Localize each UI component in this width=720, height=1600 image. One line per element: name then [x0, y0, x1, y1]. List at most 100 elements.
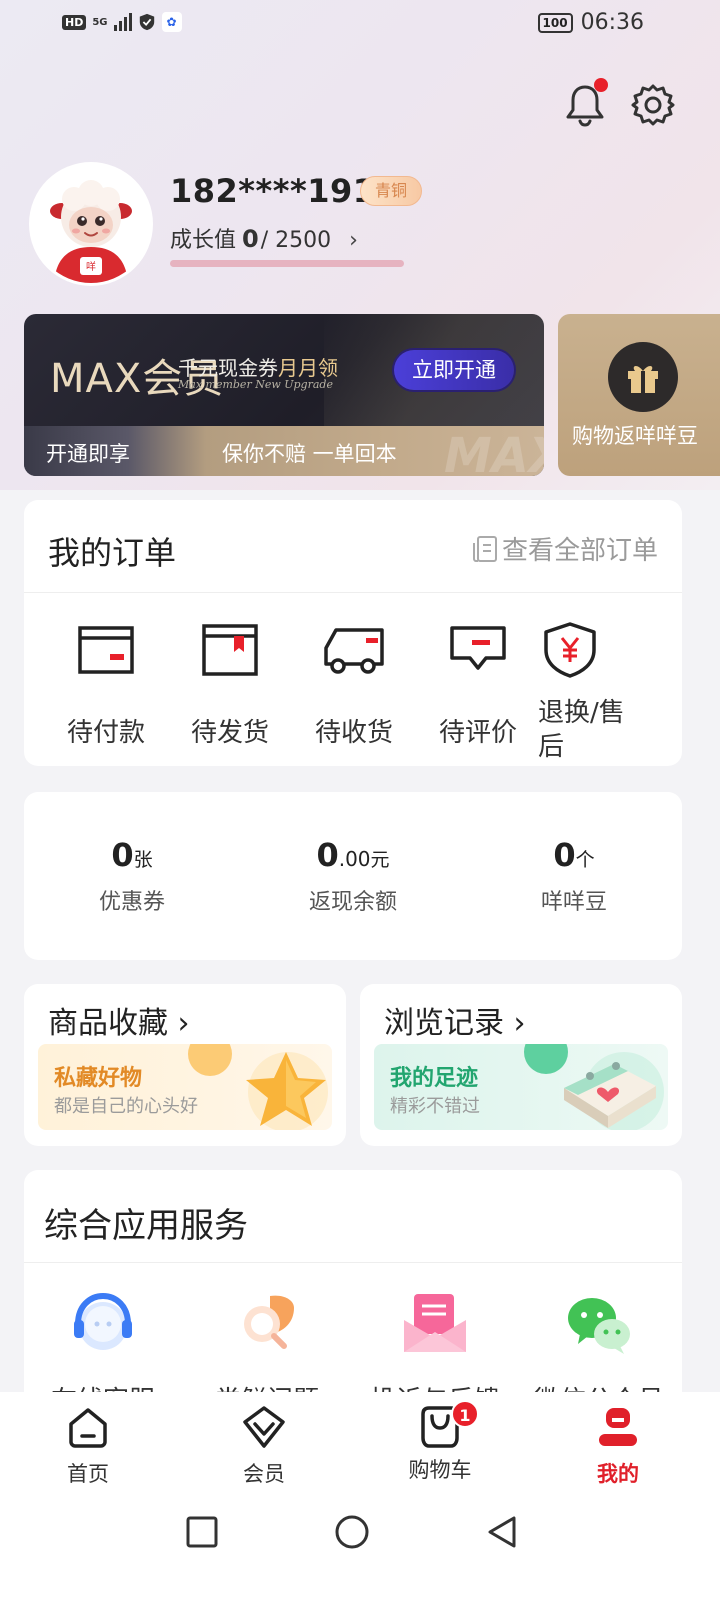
cart-icon-wrap: 1	[417, 1400, 479, 1450]
max-promise: 保你不赔 一单回本	[222, 442, 397, 466]
member-icon	[243, 1406, 285, 1448]
order-pending-shipment[interactable]: 待发货	[170, 622, 290, 749]
nav-home[interactable]: 首页	[28, 1404, 148, 1488]
order-pending-payment[interactable]: 待付款	[46, 622, 166, 749]
growth-value-link[interactable]: 成长值 0 / 2500 ›	[170, 222, 358, 254]
cashback-amount: 0.00元	[253, 836, 453, 874]
my-orders-card: 我的订单 查看全部订单 待付款 待发货 待收货 待评价 退换/售后	[24, 500, 682, 766]
history-title: 浏览记录 ›	[384, 998, 526, 1042]
hd-indicator: HD	[62, 14, 87, 30]
favorites-card[interactable]: 商品收藏 › 私藏好物 都是自己的心头好	[24, 984, 346, 1146]
services-card: 综合应用服务 在线客服 尝鲜问题 投诉与反馈	[24, 1170, 682, 1416]
beans-value: 0	[553, 836, 576, 874]
coupons-stat[interactable]: 0张 优惠券	[32, 836, 232, 916]
nav-label: 购物车	[408, 1458, 472, 1482]
max-title-prefix: 千元现金券	[178, 356, 278, 380]
coupon-count: 0张	[32, 836, 232, 874]
order-label: 退换/售后	[538, 698, 625, 762]
home-circle-icon[interactable]	[334, 1514, 370, 1550]
nav-profile[interactable]: 我的	[558, 1404, 678, 1488]
yen-shield-icon	[544, 622, 596, 678]
coupon-unit: 张	[133, 849, 153, 871]
divider	[24, 592, 682, 593]
order-label: 待发货	[190, 718, 269, 748]
nav-label: 首页	[67, 1462, 109, 1486]
rebate-banner[interactable]: 购物返咩咩豆	[558, 314, 720, 476]
battery-icon: 100	[537, 12, 573, 33]
settings-button[interactable]	[630, 82, 676, 128]
search-leaf-icon	[244, 1295, 294, 1349]
favorites-banner-subtitle: 都是自己的心头好	[54, 1096, 198, 1117]
favorites-banner-title: 私藏好物	[54, 1066, 143, 1091]
signal-icon	[113, 13, 132, 31]
order-after-sales[interactable]: 退换/售后	[538, 622, 658, 764]
notification-dot	[594, 78, 608, 92]
open-max-button[interactable]: 立即开通	[394, 350, 514, 390]
calendar-illustration-icon	[524, 1044, 664, 1130]
max-title-highlight: 月月领	[278, 356, 338, 380]
status-right: 100 06:36	[537, 10, 644, 35]
member-level-badge: 青铜	[360, 176, 422, 206]
view-all-orders-label: 查看全部订单	[501, 536, 658, 566]
gift-icon	[608, 342, 678, 412]
history-banner-title: 我的足迹	[390, 1066, 479, 1091]
profile-icon	[599, 1408, 637, 1446]
favorites-banner[interactable]: 私藏好物 都是自己的心头好	[38, 1044, 332, 1130]
wechat-icon	[568, 1298, 630, 1354]
notification-button[interactable]	[562, 78, 608, 128]
orders-title: 我的订单	[48, 534, 177, 572]
gear-icon	[631, 84, 675, 126]
cashback-unit: 元	[370, 849, 390, 871]
order-label: 待收货	[314, 718, 393, 748]
cashback-stat[interactable]: 0.00元 返现余额	[253, 836, 453, 916]
order-pending-review[interactable]: 待评价	[418, 622, 538, 749]
growth-total: / 2500	[260, 228, 332, 253]
back-triangle-icon[interactable]	[484, 1514, 520, 1550]
cashback-value: 0	[316, 836, 339, 874]
rebate-text: 购物返咩咩豆	[572, 424, 698, 448]
chevron-right-icon: ›	[177, 1006, 190, 1041]
app-notification-icon: ✿	[161, 12, 182, 32]
svg-text:咩: 咩	[86, 260, 96, 273]
services-title: 综合应用服务	[44, 1206, 248, 1246]
sheep-mascot-icon: 咩	[32, 165, 150, 283]
star-illustration-icon	[188, 1044, 328, 1130]
nav-member[interactable]: 会员	[204, 1404, 324, 1488]
max-member-banner[interactable]: MAX会员 千元现金券月月领 Max member New Upgrade 立即…	[24, 314, 544, 476]
order-pending-receipt[interactable]: 待收货	[294, 622, 414, 749]
shield-status-icon	[139, 13, 154, 31]
max-banner-footer: 开通即享 保你不赔 一单回本 MAX	[24, 426, 544, 476]
favorites-title-text: 商品收藏	[48, 1006, 168, 1041]
beans-stat[interactable]: 0个 咩咩豆	[474, 836, 674, 916]
box-icon	[202, 624, 258, 676]
divider	[24, 1262, 682, 1263]
growth-current: 0	[242, 225, 259, 253]
chevron-right-icon: ›	[349, 228, 358, 253]
avatar[interactable]: 咩	[32, 165, 150, 283]
history-title-text: 浏览记录	[384, 1006, 504, 1041]
max-title: 千元现金券月月领	[178, 352, 338, 381]
max-subtitle: Max member New Upgrade	[178, 378, 333, 391]
order-label: 待评价	[438, 718, 517, 748]
max-left-label: 开通即享	[46, 442, 130, 466]
beans-count: 0个	[474, 836, 674, 874]
nav-label: 我的	[597, 1462, 639, 1486]
system-navigation-bar	[0, 1486, 720, 1600]
cashback-decimal: .00	[338, 847, 371, 871]
truck-icon	[324, 628, 384, 674]
cart-badge: 1	[451, 1400, 479, 1428]
status-left: HD 5G ✿	[62, 12, 182, 32]
history-banner[interactable]: 我的足迹 精彩不错过	[374, 1044, 668, 1130]
max-watermark: MAX	[444, 428, 544, 476]
coupon-label: 优惠券	[98, 890, 165, 915]
favorites-title: 商品收藏 ›	[48, 998, 190, 1042]
bottom-navigation: 首页 会员 1 购物车 我的	[0, 1392, 720, 1486]
network-type: 5G	[92, 16, 108, 28]
cashback-label: 返现余额	[308, 890, 397, 915]
history-card[interactable]: 浏览记录 › 我的足迹 精彩不错过	[360, 984, 682, 1146]
view-all-orders-link[interactable]: 查看全部订单	[472, 530, 658, 567]
headset-icon	[74, 1292, 132, 1350]
nav-cart[interactable]: 1 购物车	[380, 1400, 500, 1484]
history-banner-subtitle: 精彩不错过	[390, 1096, 480, 1117]
recent-apps-icon[interactable]	[184, 1514, 220, 1550]
